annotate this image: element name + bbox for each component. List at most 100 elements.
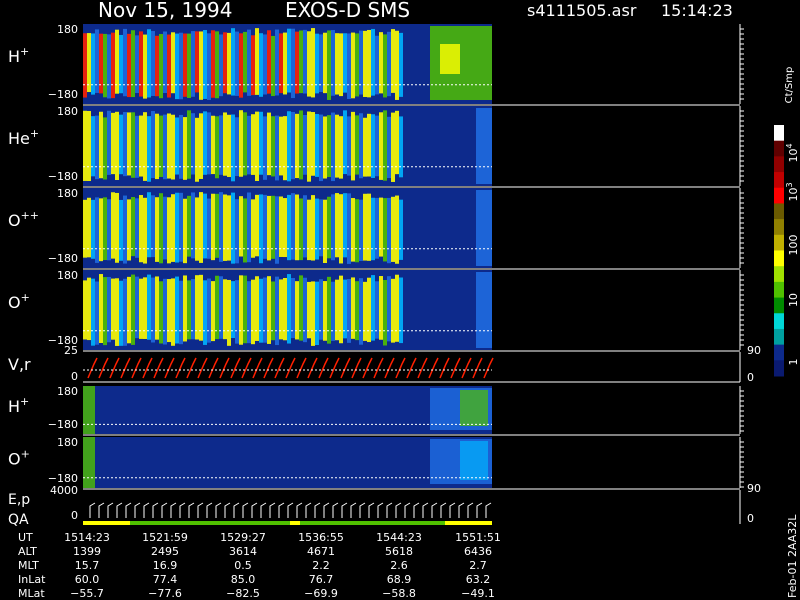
spectrogram-stripe [203,111,207,175]
spectrogram-stripe [175,276,179,344]
spectrogram-stripe [155,35,159,97]
spectrogram-stripe [267,112,271,176]
spectrogram-stripe [119,280,123,346]
spectrogram-stripe [359,113,363,179]
axis-max-label: 180 [57,187,78,200]
spectrogram-stripe [91,199,95,259]
spectrogram-stripe [299,30,303,94]
spectrogram-stripe [267,195,271,261]
spectrogram-stripe [107,199,111,261]
spectrogram-stripe [343,33,347,93]
spectrogram-stripe [87,110,91,182]
spectrogram-stripe [315,281,319,346]
spectrogram-stripe [339,33,343,97]
spectrogram-stripe [291,111,295,180]
axis-max-label: 180 [57,23,78,36]
spectrogram-stripe [235,199,239,264]
spectrogram-stripe [395,274,399,342]
spectrogram-stripe [215,193,219,258]
spectrogram-stripe [323,199,327,264]
spectrogram-stripe [159,281,163,344]
spectrogram-stripe [267,30,271,94]
spectrogram-stripe [255,194,259,257]
spectrogram-stripe [287,274,291,344]
spectrogram-stripe [179,192,183,262]
ep-axis-top: 4000 [50,484,78,497]
spectrogram-stripe [91,278,95,346]
table-cell: 76.7 [309,573,334,586]
spectrogram-stripe [191,113,195,175]
spectrogram-stripe [103,197,107,261]
spectrogram-stripe [311,112,315,176]
spectrogram-stripe [179,32,183,100]
spectrogram-stripe [279,196,283,257]
qa-flag-bar [290,521,300,525]
spectrogram-stripe [195,197,199,261]
spectrogram-stripe [271,195,275,259]
spectrogram-stripe [387,116,391,179]
table-cell: 15.7 [75,559,100,572]
spectrogram-stripe [159,115,163,177]
spectrogram-stripe [355,199,359,263]
spectrogram-stripe [399,277,403,344]
spectrogram-stripe [295,113,299,179]
spectrogram-stripe [287,111,291,182]
spectrogram-stripe [379,197,383,257]
table-row-label: ALT [18,545,37,558]
table-cell: 68.9 [387,573,412,586]
table-row-label: UT [18,531,33,544]
spectrogram-stripe [151,31,155,96]
spectrogram-stripe [203,280,207,345]
spectrogram-stripe [103,277,107,346]
spectrogram-stripe [199,31,203,100]
spectrogram-stripe [235,280,239,344]
spectrogram-stripe [371,197,375,261]
spectrogram-stripe [183,33,187,97]
spectrogram-stripe [303,195,307,258]
spectrogram-stripe [339,194,343,264]
spectrogram-stripe [395,195,399,264]
spectrogram-stripe [367,277,371,343]
spectrogram-stripe [207,198,211,259]
colorbar-cell [774,203,784,220]
spectrogram-stripe [391,29,395,93]
spectrogram-stripe [367,193,371,261]
colorbar-tick-label: 100 [787,235,800,256]
spectrogram-stripe [375,35,379,95]
spectrogram-stripe [179,280,183,345]
spectrogram-stripe [383,110,387,181]
spectrogram-stripe [115,278,119,346]
spectrogram-stripe [355,33,359,97]
colorbar-cell [774,125,784,142]
spectrogram-stripe [211,281,215,342]
spectrogram-stripe [363,281,367,341]
qa-flag-bar [83,521,130,525]
spectrogram-stripe [295,31,299,94]
spectrogram-stripe [347,279,351,343]
qa-label: QA [8,512,29,528]
footer-note: Feb-01 2AA32L [786,514,799,598]
spectrogram-stripe [331,194,335,261]
spectrogram-stripe [111,112,115,175]
spectrogram-stripe [119,199,123,261]
table-cell: −49.1 [461,587,495,600]
spectrogram-stripe [339,275,343,344]
spectrogram-stripe [383,34,387,98]
spectrogram-stripe [399,32,403,97]
spectrogram-stripe [99,274,103,343]
spectrogram-stripe [263,116,267,180]
colorbar-tick-label: 1 [787,359,800,366]
spectrogram-stripe [371,28,375,96]
spectrogram-stripe [375,281,379,339]
spectrogram-stripe [127,276,131,344]
spectrogram-stripe [123,195,127,264]
spectrogram-stripe [179,114,183,179]
spectrogram-stripe [343,110,347,175]
axis-max-label: 180 [57,269,78,282]
spectrogram-stripe [187,195,191,257]
table-cell: 5618 [385,545,413,558]
spectrogram-stripe [163,31,167,94]
vr-right-axis-top: 90 [747,344,761,357]
colorbar-cell [774,297,784,314]
spectrogram-stripe [239,33,243,98]
